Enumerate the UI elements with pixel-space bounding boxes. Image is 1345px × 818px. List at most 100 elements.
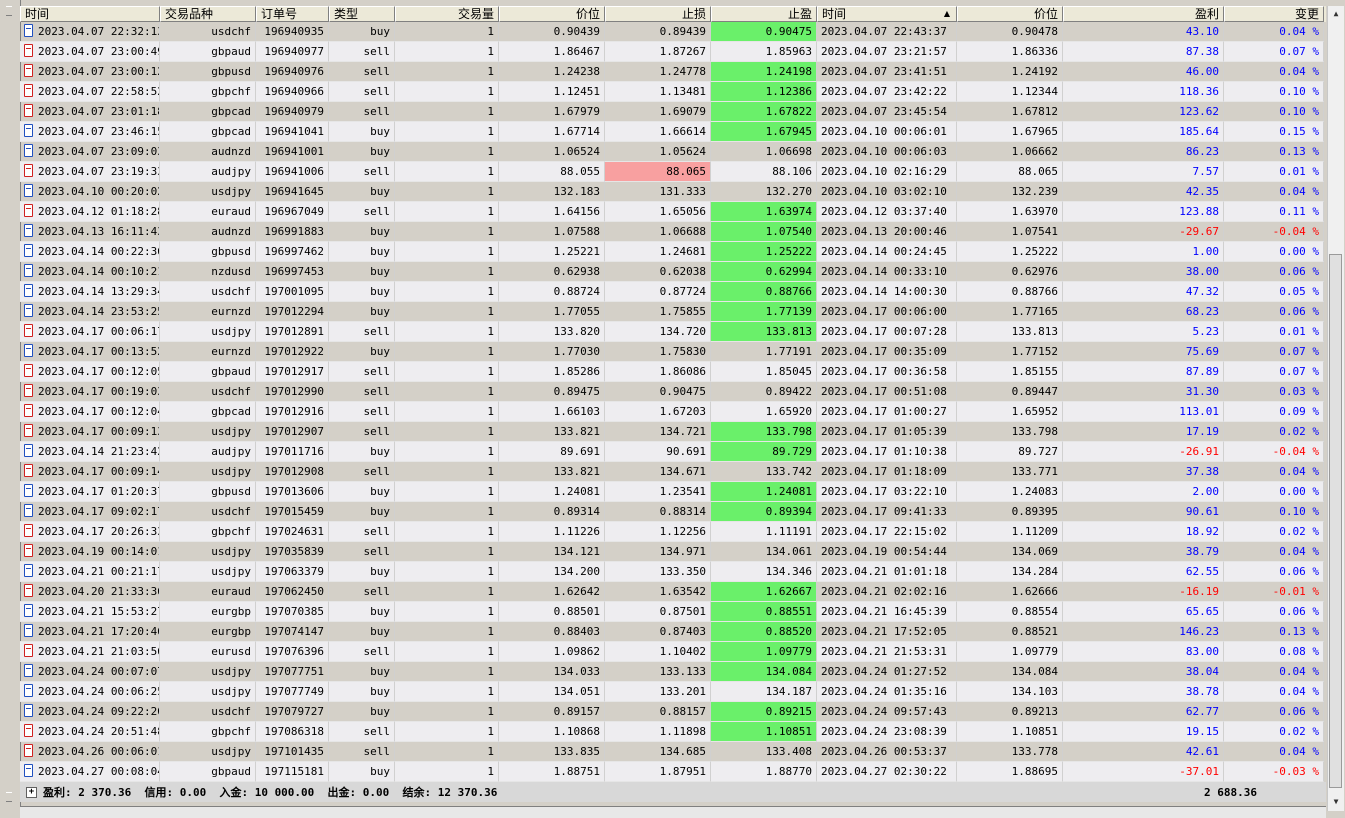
cell-close-price: 1.67812 — [957, 102, 1063, 122]
header-col-open-time[interactable]: 时间 — [20, 6, 160, 22]
header-col-close-price[interactable]: 价位 — [957, 6, 1063, 22]
cell-symbol: audnzd — [160, 222, 256, 242]
cell-type: buy — [329, 622, 395, 642]
cell-change-text: -0.04 % — [1272, 225, 1319, 238]
grip-icon[interactable] — [6, 6, 12, 16]
cell-tp: 1.24081 — [711, 482, 817, 502]
cell-type: sell — [329, 42, 395, 62]
cell-type-text: sell — [363, 65, 391, 78]
cell-sl: 0.88314 — [605, 502, 711, 522]
table-row[interactable]: 2023.04.14 00:22:36 gbpusd 196997462 buy 1 1.… — [20, 242, 1326, 262]
table-row[interactable]: 2023.04.07 23:01:18 gbpcad 196940979 sell 1 1… — [20, 102, 1326, 122]
cell-change: 0.04 % — [1224, 682, 1324, 702]
cell-type: sell — [329, 362, 395, 382]
table-row[interactable]: 2023.04.17 20:26:33 gbpchf 197024631 sell 1 1… — [20, 522, 1326, 542]
table-row[interactable]: 2023.04.24 09:22:20 usdchf 197079727 buy 1 0.… — [20, 702, 1326, 722]
table-row[interactable]: 2023.04.14 13:29:34 usdchf 197001095 buy 1 0.… — [20, 282, 1326, 302]
header-col-close-time[interactable]: 时间 ▲ — [817, 6, 957, 22]
cell-symbol-text: usdjpy — [211, 545, 251, 558]
table-row[interactable]: 2023.04.26 00:06:01 usdjpy 197101435 sell 1 1… — [20, 742, 1326, 762]
cell-profit: 46.00 — [1063, 62, 1224, 82]
table-row[interactable]: 2023.04.07 23:09:03 audnzd 196941001 buy 1 1.… — [20, 142, 1326, 162]
header-col-profit[interactable]: 盈利 — [1063, 6, 1224, 22]
table-row[interactable]: 2023.04.17 00:19:03 usdchf 197012990 sell 1 0… — [20, 382, 1326, 402]
scroll-down-icon[interactable]: ▼ — [1330, 796, 1342, 808]
table-row[interactable]: 2023.04.17 00:12:05 gbpaud 197012917 sell 1 1… — [20, 362, 1326, 382]
table-row[interactable]: 2023.04.27 00:08:04 gbpaud 197115181 buy 1 1.… — [20, 762, 1326, 782]
table-row[interactable]: 2023.04.07 22:32:13 usdchf 196940935 buy 1 0.… — [20, 22, 1326, 42]
cell-close-time-text: 2023.04.17 00:35:09 — [821, 345, 947, 358]
table-row[interactable]: 2023.04.24 00:06:25 usdjpy 197077749 buy 1 13… — [20, 682, 1326, 702]
cell-change-text: 0.00 % — [1279, 485, 1319, 498]
table-row[interactable]: 2023.04.21 21:03:56 eurusd 197076396 sell 1 1… — [20, 642, 1326, 662]
cell-symbol-text: usdjpy — [211, 425, 251, 438]
table-row[interactable]: 2023.04.14 23:53:25 eurnzd 197012294 buy 1 1.… — [20, 302, 1326, 322]
cell-symbol-text: eurgbp — [211, 605, 251, 618]
cell-volume-text: 1 — [487, 165, 494, 178]
table-row[interactable]: 2023.04.21 15:53:27 eurgbp 197070385 buy 1 0.… — [20, 602, 1326, 622]
cell-profit: 75.69 — [1063, 342, 1224, 362]
cell-close-price-text: 1.06662 — [1011, 145, 1058, 158]
cell-sl: 1.75855 — [605, 302, 711, 322]
cell-sl: 134.685 — [605, 742, 711, 762]
cell-close-time: 2023.04.21 16:45:39 — [817, 602, 957, 622]
table-row[interactable]: 2023.04.07 23:00:12 gbpusd 196940976 sell 1 1… — [20, 62, 1326, 82]
table-row[interactable]: 2023.04.20 21:33:36 euraud 197062450 sell 1 1… — [20, 582, 1326, 602]
table-row[interactable]: 2023.04.21 00:21:17 usdjpy 197063379 buy 1 13… — [20, 562, 1326, 582]
table-row[interactable]: 2023.04.07 23:46:15 gbpcad 196941041 buy 1 1.… — [20, 122, 1326, 142]
cell-sl-text: 1.65056 — [659, 205, 706, 218]
table-row[interactable]: 2023.04.24 00:07:07 usdjpy 197077751 buy 1 13… — [20, 662, 1326, 682]
table-row[interactable]: 2023.04.21 17:20:46 eurgbp 197074147 buy 1 0.… — [20, 622, 1326, 642]
table-row[interactable]: 2023.04.07 23:00:49 gbpaud 196940977 sell 1 1… — [20, 42, 1326, 62]
cell-change: 0.10 % — [1224, 502, 1324, 522]
plus-icon[interactable]: + — [26, 786, 37, 798]
scrollbar-thumb[interactable] — [1329, 254, 1342, 788]
table-row[interactable]: 2023.04.17 01:20:37 gbpusd 197013606 buy 1 1.… — [20, 482, 1326, 502]
table-row[interactable]: 2023.04.17 00:09:14 usdjpy 197012908 sell 1 1… — [20, 462, 1326, 482]
order-ticket-icon — [24, 24, 33, 37]
header-col-symbol[interactable]: 交易品种 — [160, 6, 256, 22]
header-col-change[interactable]: 变更 — [1224, 6, 1324, 22]
cell-close-price: 1.88695 — [957, 762, 1063, 782]
header-col-volume[interactable]: 交易量 — [395, 6, 499, 22]
cell-symbol: gbpaud — [160, 42, 256, 62]
table-row[interactable]: 2023.04.14 00:10:21 nzdusd 196997453 buy 1 0.… — [20, 262, 1326, 282]
cell-profit-text: 5.23 — [1192, 325, 1220, 338]
cell-open-time: 2023.04.24 20:51:48 — [20, 722, 160, 742]
header-col-order[interactable]: 订单号 — [256, 6, 329, 22]
cell-open-price-text: 88.055 — [560, 165, 600, 178]
vertical-scrollbar[interactable]: ▲ ▼ — [1327, 6, 1344, 811]
table-row[interactable]: 2023.04.12 01:18:28 euraud 196967049 sell 1 1… — [20, 202, 1326, 222]
table-row[interactable]: 2023.04.10 00:20:02 usdjpy 196941645 buy 1 13… — [20, 182, 1326, 202]
header-col-open-price[interactable]: 价位 — [499, 6, 605, 22]
table-row[interactable]: 2023.04.17 00:12:04 gbpcad 197012916 sell 1 1… — [20, 402, 1326, 422]
cell-order-text: 196940979 — [264, 105, 324, 118]
header-col-tp[interactable]: 止盈 — [711, 6, 817, 22]
table-row[interactable]: 2023.04.17 00:13:52 eurnzd 197012922 buy 1 1.… — [20, 342, 1326, 362]
table-row[interactable]: 2023.04.17 00:09:13 usdjpy 197012907 sell 1 1… — [20, 422, 1326, 442]
cell-open-time: 2023.04.17 00:06:17 — [20, 322, 160, 342]
header-col-type[interactable]: 类型 — [329, 6, 395, 22]
cell-profit-text: 17.19 — [1185, 425, 1219, 438]
scroll-up-icon[interactable]: ▲ — [1330, 8, 1342, 20]
cell-open-time-text: 2023.04.07 23:09:03 — [38, 145, 160, 158]
cell-profit: 42.35 — [1063, 182, 1224, 202]
cell-symbol: usdjpy — [160, 562, 256, 582]
cell-change-text: 0.13 % — [1279, 145, 1319, 158]
table-row[interactable]: 2023.04.07 22:58:52 gbpchf 196940966 sell 1 1… — [20, 82, 1326, 102]
table-row[interactable]: 2023.04.13 16:11:43 audnzd 196991883 buy 1 1.… — [20, 222, 1326, 242]
table-row[interactable]: 2023.04.17 00:06:17 usdjpy 197012891 sell 1 1… — [20, 322, 1326, 342]
table-row[interactable]: 2023.04.24 20:51:48 gbpchf 197086318 sell 1 1… — [20, 722, 1326, 742]
header-col-sl[interactable]: 止损 — [605, 6, 711, 22]
cell-change-text: 0.02 % — [1279, 725, 1319, 738]
table-row[interactable]: 2023.04.17 09:02:17 usdchf 197015459 buy 1 0.… — [20, 502, 1326, 522]
table-row[interactable]: 2023.04.14 21:23:42 audjpy 197011716 buy 1 89… — [20, 442, 1326, 462]
cell-close-price-text: 1.65952 — [1011, 405, 1058, 418]
cell-sl: 0.88157 — [605, 702, 711, 722]
table-row[interactable]: 2023.04.19 00:14:01 usdjpy 197035839 sell 1 1… — [20, 542, 1326, 562]
cell-close-time-text: 2023.04.27 02:30:22 — [821, 765, 947, 778]
table-row[interactable]: 2023.04.07 23:19:33 audjpy 196941006 sell 1 8… — [20, 162, 1326, 182]
cell-sl-text: 1.87951 — [659, 765, 706, 778]
grip-icon[interactable] — [6, 792, 12, 802]
cell-volume: 1 — [395, 722, 499, 742]
